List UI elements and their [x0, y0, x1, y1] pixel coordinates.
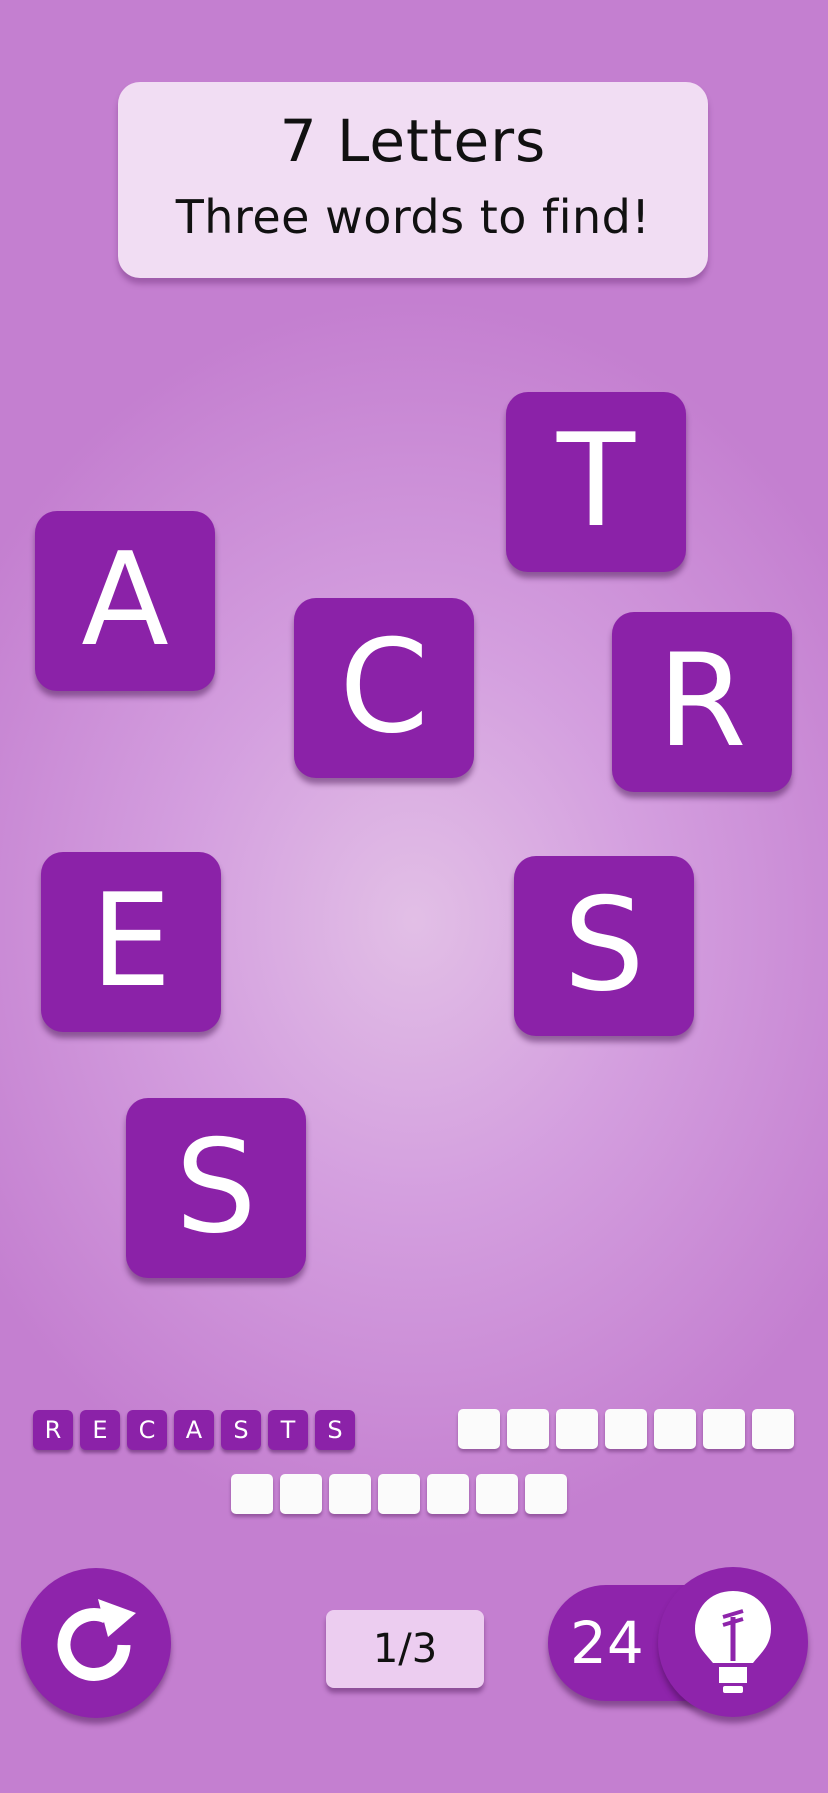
- empty-letter-slot: [556, 1409, 598, 1449]
- refresh-icon: [57, 1599, 136, 1681]
- hidden-word-slots: [458, 1409, 794, 1449]
- letter-tile[interactable]: S: [126, 1098, 306, 1278]
- found-letter: C: [127, 1410, 167, 1450]
- level-title: 7 Letters: [279, 107, 547, 175]
- empty-letter-slot: [703, 1409, 745, 1449]
- letter-tile[interactable]: E: [41, 852, 221, 1032]
- empty-letter-slot: [329, 1474, 371, 1514]
- empty-letter-slot: [427, 1474, 469, 1514]
- empty-letter-slot: [605, 1409, 647, 1449]
- empty-letter-slot: [280, 1474, 322, 1514]
- hint-bulb-button[interactable]: [658, 1567, 808, 1717]
- found-letter: S: [315, 1410, 355, 1450]
- letter-tile[interactable]: C: [294, 598, 474, 778]
- level-subtitle: Three words to find!: [175, 190, 651, 244]
- found-letter: S: [221, 1410, 261, 1450]
- empty-letter-slot: [231, 1474, 273, 1514]
- found-letter: T: [268, 1410, 308, 1450]
- found-letter: E: [80, 1410, 120, 1450]
- header-card: 7 Letters Three words to find!: [118, 82, 708, 278]
- letter-tile[interactable]: S: [514, 856, 694, 1036]
- found-letter: R: [33, 1410, 73, 1450]
- letter-tile[interactable]: T: [506, 392, 686, 572]
- empty-letter-slot: [525, 1474, 567, 1514]
- empty-letter-slot: [654, 1409, 696, 1449]
- hint-count: 24: [570, 1609, 644, 1677]
- empty-letter-slot: [752, 1409, 794, 1449]
- empty-letter-slot: [507, 1409, 549, 1449]
- words-found-counter: 1/3: [326, 1610, 484, 1688]
- letter-tile[interactable]: R: [612, 612, 792, 792]
- lightbulb-icon: [695, 1591, 771, 1693]
- empty-letter-slot: [476, 1474, 518, 1514]
- shuffle-button[interactable]: [21, 1568, 171, 1718]
- empty-letter-slot: [458, 1409, 500, 1449]
- empty-letter-slot: [378, 1474, 420, 1514]
- letter-tile[interactable]: A: [35, 511, 215, 691]
- hidden-word-slots: [231, 1474, 567, 1514]
- found-word-slots: R E C A S T S: [33, 1410, 355, 1450]
- found-letter: A: [174, 1410, 214, 1450]
